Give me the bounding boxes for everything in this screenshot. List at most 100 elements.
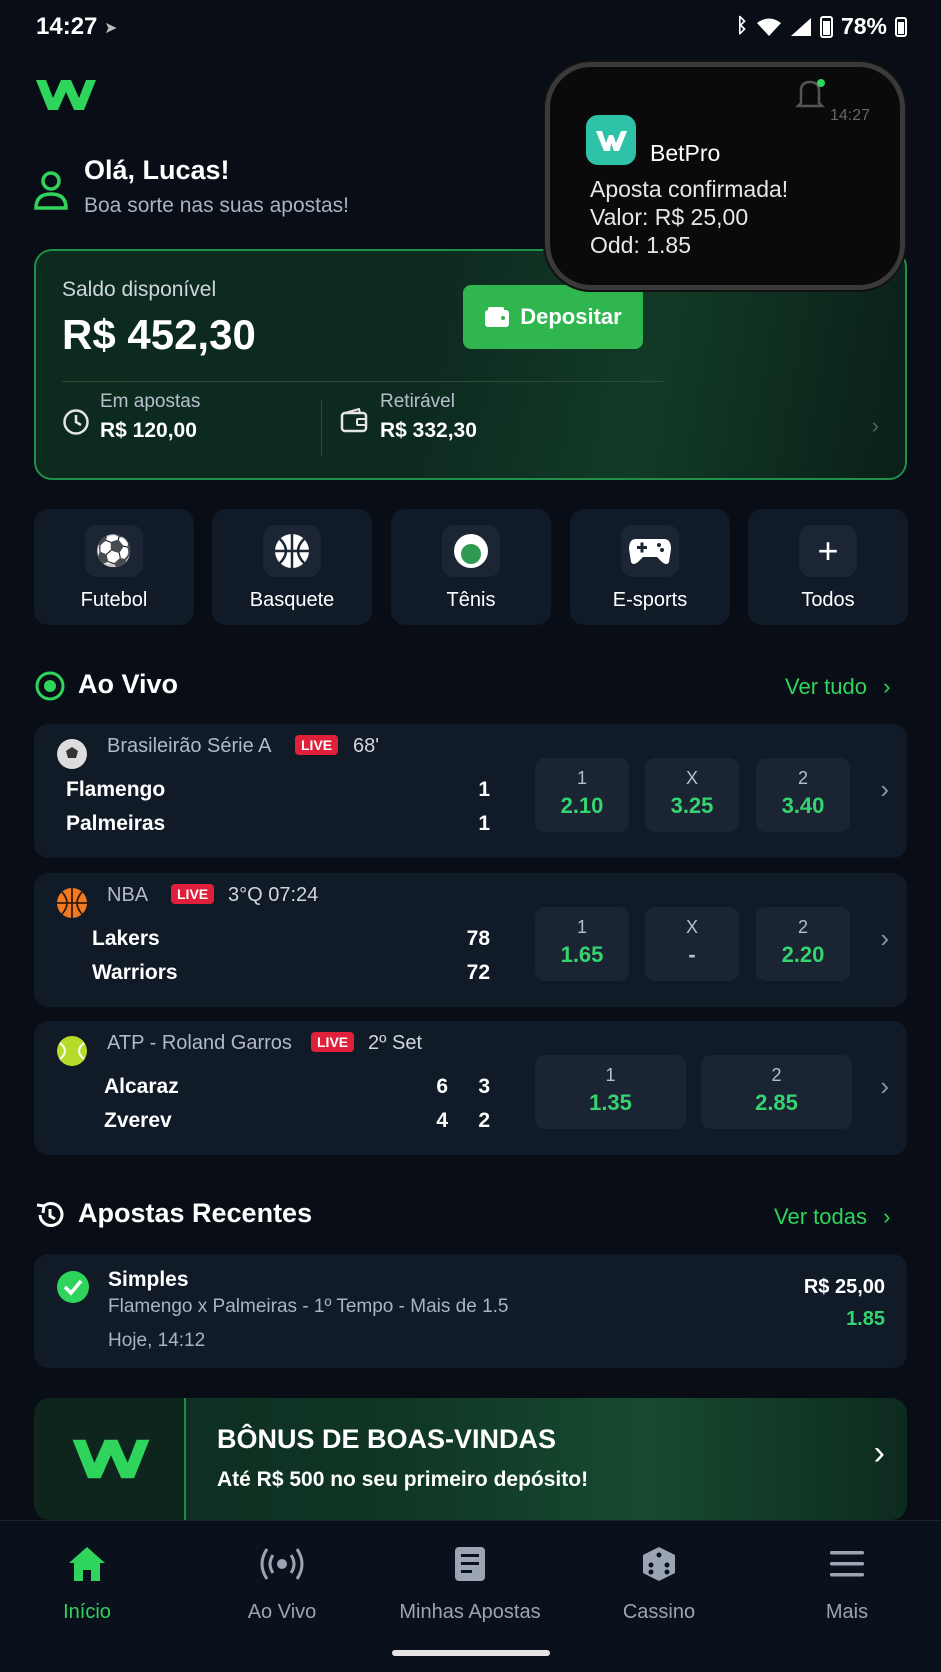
- soccer-ball-icon: ⚽: [85, 525, 143, 577]
- match-time: 2º Set: [368, 1032, 423, 1054]
- sport-basketball[interactable]: Basquete: [212, 509, 372, 625]
- odd-button-draw[interactable]: X -: [645, 907, 739, 981]
- score-home: 78: [466, 927, 490, 950]
- team-away: Warriors: [92, 961, 178, 984]
- status-time: 14:27: [36, 13, 98, 40]
- menu-icon: [753, 1541, 941, 1587]
- sport-label: E-sports: [612, 589, 688, 611]
- recent-bets-title: Apostas Recentes: [78, 1198, 313, 1228]
- status-bar: 14:27 ➤ ᛒ 78%: [0, 0, 941, 56]
- sport-label: Tênis: [446, 589, 496, 611]
- odd-button-away[interactable]: 2 3.40: [756, 758, 850, 832]
- see-all-label: Ver todas: [774, 1204, 867, 1229]
- wallet-icon: [485, 307, 510, 327]
- live-section-title: Ao Vivo: [78, 669, 179, 699]
- chevron-right-icon[interactable]: ›: [872, 413, 879, 439]
- live-match-card[interactable]: ATP - Roland Garros LIVE 2º Set Alcaraz …: [34, 1021, 907, 1155]
- sport-all[interactable]: + Todos: [748, 509, 908, 625]
- live-see-all-link[interactable]: Ver tudo ›: [785, 674, 890, 700]
- welcome-bonus-banner[interactable]: BÔNUS DE BOAS-VINDAS Até R$ 500 no seu p…: [34, 1398, 907, 1520]
- home-indicator[interactable]: [392, 1650, 550, 1656]
- notification-popup[interactable]: 14:27 BetPro Aposta confirmada! Valor: R…: [545, 62, 905, 290]
- team-home: Flamengo: [66, 778, 166, 801]
- promo-title: BÔNUS DE BOAS-VINDAS: [217, 1424, 557, 1454]
- nav-casino[interactable]: Cassino: [565, 1541, 753, 1624]
- nav-label: Cassino: [622, 1601, 696, 1623]
- sport-tennis[interactable]: Tênis: [391, 509, 551, 625]
- recent-see-all-link[interactable]: Ver todas ›: [774, 1204, 890, 1230]
- odd-label: 2: [797, 768, 808, 788]
- chevron-right-icon[interactable]: ›: [880, 923, 889, 954]
- chevron-right-icon[interactable]: ›: [880, 774, 889, 805]
- team-home: Lakers: [92, 927, 160, 950]
- odd-label: X: [685, 917, 698, 937]
- in-bets-label: Em apostas: [100, 391, 201, 412]
- league-name: ATP - Roland Garros: [107, 1032, 292, 1054]
- bell-icon: [795, 79, 825, 108]
- odd-label: 2: [797, 917, 808, 937]
- home-icon: [0, 1541, 181, 1587]
- balance-vdivider: [321, 399, 322, 457]
- chevron-right-icon[interactable]: ›: [880, 1071, 889, 1102]
- battery-level: 78%: [840, 13, 887, 39]
- greeting-subtitle: Boa sorte nas suas apostas!: [84, 194, 349, 217]
- odd-button-draw[interactable]: X 3.25: [645, 758, 739, 832]
- chevron-right-icon: ›: [873, 1434, 885, 1472]
- signal-icon: [790, 17, 811, 36]
- nav-label: Início: [63, 1601, 111, 1623]
- live-badge: LIVE: [295, 735, 339, 755]
- nav-label: Minhas Apostas: [399, 1601, 541, 1623]
- greeting-title: Olá, Lucas!: [84, 155, 230, 185]
- odd-label: X: [685, 768, 698, 788]
- live-match-card[interactable]: Brasileirão Série A LIVE 68' Flamengo Pa…: [34, 724, 907, 858]
- plus-icon: +: [799, 525, 857, 577]
- soccer-ball-icon: [57, 739, 87, 769]
- sport-label: Basquete: [249, 589, 335, 611]
- broadcast-icon: [188, 1541, 376, 1587]
- set2-player1: 3: [478, 1075, 490, 1098]
- recent-bet-card[interactable]: Simples Flamengo x Palmeiras - 1º Tempo …: [34, 1254, 907, 1368]
- nav-home[interactable]: Início: [0, 1541, 181, 1624]
- score-away: 72: [466, 961, 490, 984]
- odd-value: 1.65: [560, 942, 604, 967]
- league-name: Brasileirão Série A: [107, 735, 272, 757]
- odd-button-home[interactable]: 1 1.65: [535, 907, 629, 981]
- sport-football[interactable]: ⚽ Futebol: [34, 509, 194, 625]
- odd-button-home[interactable]: 1 2.10: [535, 758, 629, 832]
- nav-more[interactable]: Mais: [753, 1541, 941, 1624]
- in-bets-value: R$ 120,00: [100, 419, 197, 442]
- set1-player2: 4: [436, 1109, 448, 1132]
- withdrawable-value: R$ 332,30: [380, 419, 477, 442]
- basketball-icon: [263, 525, 321, 577]
- odd-label: 2: [771, 1065, 782, 1085]
- deposit-button[interactable]: Depositar: [463, 285, 643, 349]
- odd-button-away[interactable]: 2 2.20: [756, 907, 850, 981]
- nav-live[interactable]: Ao Vivo: [188, 1541, 376, 1624]
- battery-charge-icon: [895, 16, 907, 37]
- receipt-icon: [376, 1541, 564, 1587]
- nav-my-bets[interactable]: Minhas Apostas: [376, 1541, 564, 1624]
- team-away: Palmeiras: [66, 812, 166, 835]
- dice-icon: [565, 1541, 753, 1587]
- tennis-ball-icon: [57, 1036, 87, 1066]
- app-logo[interactable]: [34, 74, 98, 116]
- wallet-outline-icon: [340, 408, 368, 433]
- user-icon[interactable]: [33, 170, 69, 210]
- odd-value: 3.40: [781, 793, 825, 818]
- sport-esports[interactable]: E-sports: [570, 509, 730, 625]
- deposit-label: Depositar: [520, 304, 622, 329]
- bet-date: Hoje, 14:12: [108, 1330, 206, 1351]
- notification-line2: Valor: R$ 25,00: [590, 204, 749, 230]
- odd-button-player2[interactable]: 2 2.85: [701, 1055, 852, 1129]
- notification-line1: Aposta confirmada!: [590, 176, 789, 202]
- odd-value: 1.35: [589, 1090, 632, 1115]
- history-icon: [36, 1202, 64, 1227]
- status-icons: ᛒ 78%: [736, 13, 907, 40]
- nav-label: Mais: [825, 1601, 869, 1623]
- balance-label: Saldo disponível: [62, 278, 217, 301]
- bet-type: Simples: [108, 1268, 189, 1291]
- player-2: Zverev: [104, 1109, 172, 1132]
- odd-button-player1[interactable]: 1 1.35: [535, 1055, 686, 1129]
- see-all-label: Ver tudo: [785, 674, 867, 699]
- live-match-card[interactable]: NBA LIVE 3°Q 07:24 Lakers Warriors 78 72…: [34, 873, 907, 1007]
